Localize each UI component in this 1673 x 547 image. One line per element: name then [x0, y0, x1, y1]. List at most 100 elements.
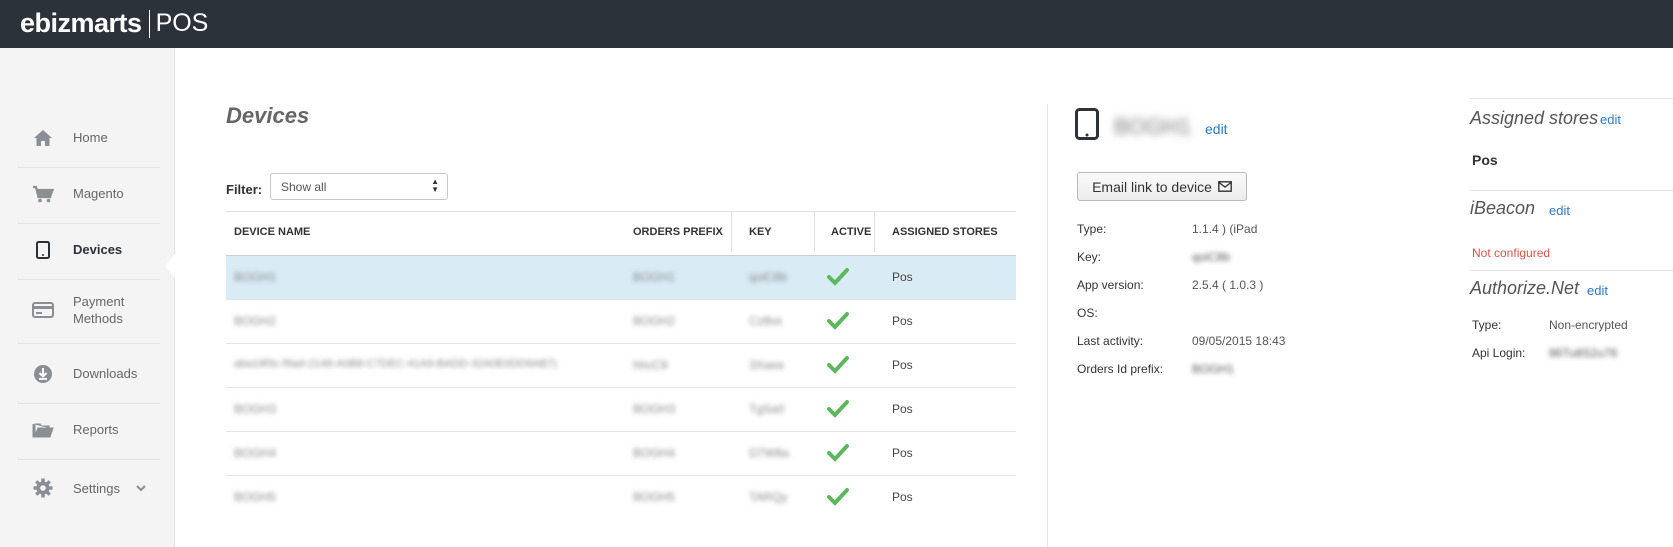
edit-authorize-net-link[interactable]: edit — [1587, 283, 1608, 298]
column-header-assigned-stores[interactable]: ASSIGNED STORES — [892, 226, 998, 238]
key-cell: TgSa0 — [749, 402, 785, 416]
checkmark-icon — [827, 312, 849, 335]
orders-prefix-cell: BOGH1 — [633, 270, 676, 284]
table-row[interactable]: BOGH5 BOGH5 TARQy Pos — [226, 476, 1016, 520]
assigned-stores-cell: Pos — [892, 314, 913, 328]
page-title: Devices — [226, 103, 310, 128]
orders-prefix-cell: BOGH4 — [633, 446, 676, 460]
device-name-cell: BOGH5 — [234, 490, 277, 504]
key-cell: 3Xaea — [749, 358, 784, 372]
sidebar-item-settings[interactable]: Settings — [17, 458, 160, 518]
brand-name: ebizmarts — [20, 8, 142, 38]
sidebar-item-devices[interactable]: Devices — [17, 220, 160, 280]
detail-value: qoiC8b — [1192, 250, 1231, 264]
assigned-stores-cell: Pos — [892, 270, 913, 284]
assigned-store-value: Pos — [1472, 152, 1498, 168]
email-link-button[interactable]: Email link to device — [1077, 172, 1247, 201]
detail-label: Key: — [1077, 250, 1102, 264]
authorize-net-title: Authorize.Net — [1470, 278, 1580, 298]
detail-value: 09/05/2015 18:43 — [1192, 334, 1286, 348]
device-name-cell: BOGH2 — [234, 314, 277, 328]
download-icon — [27, 364, 59, 384]
sidebar-item-label: Reports — [73, 422, 119, 437]
checkmark-icon — [827, 400, 849, 423]
detail-value: 1.1.4 ) (iPad — [1192, 222, 1258, 236]
device-name-cell: BOGH4 — [234, 446, 277, 460]
detail-value: BOGH1 — [1192, 362, 1235, 376]
checkmark-icon — [827, 356, 849, 379]
folder-icon — [27, 421, 59, 439]
brand-logo[interactable]: ebizmarts POS — [20, 8, 208, 39]
filter-select[interactable]: Show all ▲ ▼ — [270, 173, 448, 200]
checkmark-icon — [827, 268, 849, 291]
assigned-stores-cell: Pos — [892, 446, 913, 460]
sidebar-item-payment-methods[interactable]: Payment Methods — [17, 276, 160, 344]
assigned-stores-cell: Pos — [892, 358, 913, 372]
gear-icon — [27, 478, 59, 498]
top-bar: ebizmarts POS — [0, 0, 1673, 48]
sidebar-item-label: Payment Methods — [73, 293, 125, 326]
assigned-stores-title: Assigned stores — [1470, 108, 1599, 128]
sidebar-item-label: Downloads — [73, 366, 138, 381]
orders-prefix-cell: BOGH2 — [633, 314, 676, 328]
device-name-cell: BOGH3 — [234, 402, 277, 416]
sidebar-item-reports[interactable]: Reports — [17, 400, 160, 460]
filter-label: Filter: — [226, 182, 263, 197]
sidebar-item-magento[interactable]: Magento — [17, 164, 160, 224]
table-row[interactable]: BOGH2 BOGH2 CzBot Pos — [226, 300, 1016, 344]
column-header-device-name[interactable]: DEVICE NAME — [234, 226, 310, 238]
home-icon — [27, 129, 59, 147]
brand-product: POS — [155, 9, 209, 37]
orders-prefix-cell: BOGH3 — [633, 402, 676, 416]
column-header-active[interactable]: ACTIVE — [831, 226, 871, 238]
table-row[interactable]: BOGH3 BOGH3 TgSa0 Pos — [226, 388, 1016, 432]
sidebar-item-label: Devices — [73, 242, 123, 257]
devices-table: DEVICE NAME ORDERS PREFIX KEY ACTIVE ASS… — [226, 211, 1016, 520]
edit-device-link[interactable]: edit — [1205, 121, 1228, 137]
key-cell: D7W8a — [749, 446, 790, 460]
checkmark-icon — [827, 444, 849, 467]
envelope-icon — [1218, 179, 1232, 195]
edit-ibeacon-link[interactable]: edit — [1549, 203, 1570, 218]
detail-label: App version: — [1077, 278, 1144, 292]
device-name-title: BOGH1 — [1114, 114, 1192, 139]
device-name-cell: BOGH1 — [234, 270, 277, 284]
sidebar-item-label: Home — [73, 130, 108, 145]
authorize-net-label: Type: — [1472, 318, 1502, 332]
assigned-stores-cell: Pos — [892, 402, 913, 416]
authorize-net-value: Non-encrypted — [1549, 318, 1628, 332]
sidebar-item-home[interactable]: Home — [17, 108, 160, 168]
column-header-key[interactable]: KEY — [749, 226, 772, 238]
divider — [1470, 98, 1673, 99]
column-divider — [814, 212, 815, 252]
credit-card-icon — [27, 301, 59, 318]
orders-prefix-cell: BOGH5 — [633, 490, 676, 504]
cart-icon — [27, 185, 59, 203]
detail-label: Last activity: — [1077, 334, 1144, 348]
tablet-icon — [27, 240, 59, 259]
column-divider — [731, 212, 732, 252]
detail-label: Type: — [1077, 222, 1107, 236]
detail-label: OS: — [1077, 306, 1098, 320]
table-header: DEVICE NAME ORDERS PREFIX KEY ACTIVE ASS… — [226, 211, 1016, 256]
detail-value: 2.5.4 ( 1.0.3 ) — [1192, 278, 1264, 292]
chevron-down-icon[interactable] — [136, 479, 146, 497]
sidebar-item-label: Settings — [73, 480, 120, 496]
filter-select-value: Show all — [281, 180, 327, 194]
table-row[interactable]: BOGH1 BOGH1 qoiC8b Pos — [226, 256, 1016, 300]
sidebar-item-downloads[interactable]: Downloads — [17, 344, 160, 404]
tablet-icon — [1075, 108, 1099, 145]
edit-assigned-stores-link[interactable]: edit — [1600, 112, 1621, 127]
select-arrows-icon: ▲ ▼ — [431, 177, 439, 194]
key-cell: CzBot — [749, 314, 782, 328]
sidebar-item-label: Magento — [73, 186, 124, 201]
sidebar: Home Magento Devices Payment Methods Dow… — [0, 48, 175, 547]
email-link-button-label: Email link to device — [1092, 178, 1212, 195]
ibeacon-title: iBeacon — [1470, 198, 1536, 218]
checkmark-icon — [827, 488, 849, 511]
divider — [1470, 270, 1673, 271]
column-divider — [874, 212, 875, 252]
table-row[interactable]: aba19f3c-f9ad-2148-A0B8-C7DEC-41A9-BADD-… — [226, 344, 1016, 388]
table-row[interactable]: BOGH4 BOGH4 D7W8a Pos — [226, 432, 1016, 476]
column-header-orders-prefix[interactable]: ORDERS PREFIX — [633, 226, 723, 238]
